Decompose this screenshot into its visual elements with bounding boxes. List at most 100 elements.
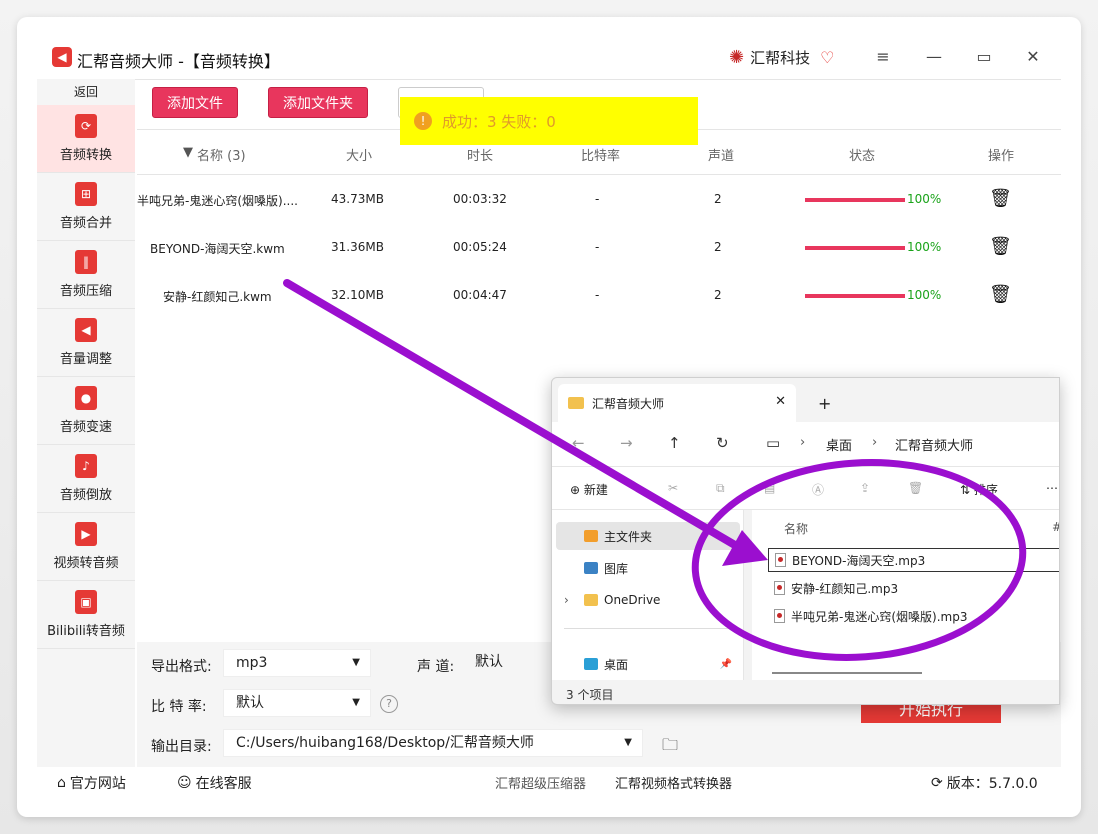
delete-icon[interactable]: 🗑 <box>908 481 923 495</box>
rename-icon[interactable]: Ⓐ <box>812 481 824 498</box>
sidebar-item-bilibili[interactable]: ▣ Bilibili转音频 <box>37 581 135 649</box>
help-icon[interactable]: ? <box>380 695 398 713</box>
new-label: 新建 <box>583 483 608 497</box>
version-label: 版本：5.7.0.0 <box>946 776 1038 792</box>
copy-icon[interactable]: ⧉ <box>716 481 725 496</box>
back-button[interactable]: 返回 <box>37 79 135 105</box>
table-row[interactable]: 安静-红颜知己.kwm 32.10MB 00:04:47 - 2 100% 🗑 <box>137 272 1061 320</box>
explorer-tab[interactable]: 汇帮音频大师 ✕ <box>558 384 796 422</box>
explorer-tab-title: 汇帮音频大师 <box>592 396 665 411</box>
trash-icon[interactable]: 🗑 <box>989 236 1012 257</box>
sort-arrow-icon[interactable]: ▼ <box>183 145 193 160</box>
trash-icon[interactable]: 🗑 <box>989 284 1012 305</box>
paste-icon[interactable]: ▤ <box>764 481 775 495</box>
share-icon[interactable]: ⇪ <box>860 481 870 495</box>
website-link[interactable]: ⌂ 官方网站 <box>57 773 126 793</box>
compressor-link[interactable]: 汇帮超级压缩器 <box>495 773 586 792</box>
bitrate-value: 默认 <box>236 695 264 711</box>
sidebar-item-video-to-audio[interactable]: ▶ 视频转音频 <box>37 513 135 581</box>
explorer-command-bar: ⊕ 新建 ✂ ⧉ ▤ Ⓐ ⇪ 🗑 ⇅ 排序 ⋯ <box>552 466 1059 510</box>
video-converter-link[interactable]: 汇帮视频格式转换器 <box>615 773 732 792</box>
column-name[interactable]: 名称 <box>784 520 808 537</box>
sidebar-item-speed[interactable]: ● 音频变速 <box>37 377 135 445</box>
sidebar-item-label: 音频压缩 <box>59 284 112 299</box>
column-name[interactable]: 名称 (3) <box>197 145 246 164</box>
list-item[interactable]: 安静-红颜知己.mp3 <box>768 576 1059 600</box>
cut-icon[interactable]: ✂ <box>668 481 678 495</box>
progress-percent: 100% <box>907 288 942 302</box>
column-channels: 声道 <box>708 149 735 164</box>
audio-convert-icon: ⟳ <box>75 114 97 138</box>
speaker-icon: ◀ <box>52 47 72 67</box>
heart-icon[interactable]: ♡ <box>820 48 834 67</box>
up-arrow-icon[interactable]: ↑ <box>668 434 681 452</box>
maximize-icon[interactable]: ▭ <box>972 47 996 66</box>
nav-desktop-label: 桌面 <box>604 657 629 672</box>
new-button[interactable]: ⊕ 新建 <box>570 481 608 498</box>
caret-down-icon: ▼ <box>352 657 360 668</box>
version-info[interactable]: ⟳ 版本：5.7.0.0 <box>931 773 1038 793</box>
close-icon[interactable]: ✕ <box>1021 47 1045 66</box>
close-tab-icon[interactable]: ✕ <box>775 394 786 409</box>
file-name: BEYOND-海阔天空.kwm <box>150 242 285 256</box>
breadcrumb-folder[interactable]: 汇帮音频大师 <box>895 435 973 454</box>
list-item[interactable]: 半吨兄弟-鬼迷心窍(烟嗓版).mp3 <box>768 604 1059 628</box>
minimize-icon[interactable]: — <box>922 47 946 66</box>
output-path-select[interactable]: C:/Users/huibang168/Desktop/汇帮音频大师 ▼ <box>223 729 643 757</box>
breadcrumb-desktop[interactable]: 桌面 <box>826 435 852 454</box>
column-number[interactable]: # <box>1052 520 1059 534</box>
folder-open-icon[interactable]: 🗀 <box>662 734 678 761</box>
new-tab-icon[interactable]: + <box>818 394 831 413</box>
more-icon[interactable]: ⋯ <box>1046 481 1058 495</box>
progress-bar <box>805 198 905 202</box>
sidebar-item-volume[interactable]: ◀ 音量调整 <box>37 309 135 377</box>
back-arrow-icon[interactable]: ← <box>572 434 585 452</box>
add-file-button[interactable]: 添加文件 <box>152 87 238 118</box>
refresh-icon[interactable]: ↻ <box>716 434 729 452</box>
file-name: 半吨兄弟-鬼迷心窍(烟嗓版).... <box>137 194 298 208</box>
chevron-right-icon[interactable]: › <box>564 593 569 607</box>
file-name: BEYOND-海阔天空.mp3 <box>792 553 926 568</box>
format-select[interactable]: mp3 ▼ <box>223 649 371 677</box>
home-icon <box>584 530 598 542</box>
brand[interactable]: ✺ 汇帮科技 ♡ <box>729 47 834 68</box>
format-value: mp3 <box>236 655 268 671</box>
file-explorer-window: 汇帮音频大师 ✕ + ← → ↑ ↻ ▭ › 桌面 › 汇帮音频大师 ⊕ 新建 … <box>551 377 1060 705</box>
nav-desktop[interactable]: 桌面 📌 <box>556 650 740 678</box>
horizontal-scrollbar[interactable] <box>772 672 922 674</box>
file-size: 32.10MB <box>331 288 384 302</box>
monitor-icon[interactable]: ▭ <box>766 434 780 452</box>
forward-arrow-icon[interactable]: → <box>620 434 633 452</box>
channel-select[interactable]: 默认 <box>463 649 553 677</box>
nav-home[interactable]: 主文件夹 <box>556 522 740 550</box>
column-duration: 时长 <box>467 149 494 164</box>
sidebar-item-audio-compress[interactable]: ‖ 音频压缩 <box>37 241 135 309</box>
list-item[interactable]: BEYOND-海阔天空.mp3 <box>768 548 1059 572</box>
service-link[interactable]: ☺ 在线客服 <box>177 773 252 793</box>
progress-bar <box>805 294 905 298</box>
audio-merge-icon: ⊞ <box>75 182 97 206</box>
bitrate-select[interactable]: 默认 ▼ <box>223 689 371 717</box>
sidebar-item-audio-convert[interactable]: ⟳ 音频转换 <box>37 105 135 173</box>
file-name: 安静-红颜知己.mp3 <box>791 581 899 596</box>
music-note-icon: ♪ <box>75 454 97 478</box>
sidebar: 返回 ⟳ 音频转换 ⊞ 音频合并 ‖ 音频压缩 ◀ 音量调整 ● 音频变速 ♪ … <box>37 79 135 767</box>
file-bitrate: - <box>595 192 600 206</box>
audio-file-icon <box>774 609 785 623</box>
column-bitrate: 比特率 <box>581 149 621 164</box>
sidebar-item-reverse[interactable]: ♪ 音频倒放 <box>37 445 135 513</box>
sidebar-item-label: 音频变速 <box>59 420 112 435</box>
chevron-right-icon: › <box>800 435 806 450</box>
nav-onedrive[interactable]: › OneDrive <box>556 586 740 614</box>
sidebar-item-audio-merge[interactable]: ⊞ 音频合并 <box>37 173 135 241</box>
title-bar: ◀ 汇帮音频大师 -【音频转换】 ✺ 汇帮科技 ♡ ≡ — ▭ ✕ <box>17 17 1081 79</box>
table-row[interactable]: BEYOND-海阔天空.kwm 31.36MB 00:05:24 - 2 100… <box>137 224 1061 272</box>
table-row[interactable]: 半吨兄弟-鬼迷心窍(烟嗓版).... 43.73MB 00:03:32 - 2 … <box>137 176 1061 224</box>
sort-button[interactable]: ⇅ 排序 <box>960 481 998 498</box>
pin-icon[interactable]: 📌 <box>720 659 732 670</box>
trash-icon[interactable]: 🗑 <box>989 188 1012 209</box>
add-folder-button[interactable]: 添加文件夹 <box>268 87 368 118</box>
menu-icon[interactable]: ≡ <box>871 47 895 66</box>
nav-gallery[interactable]: 图库 <box>556 554 740 582</box>
column-status: 状态 <box>849 149 876 164</box>
